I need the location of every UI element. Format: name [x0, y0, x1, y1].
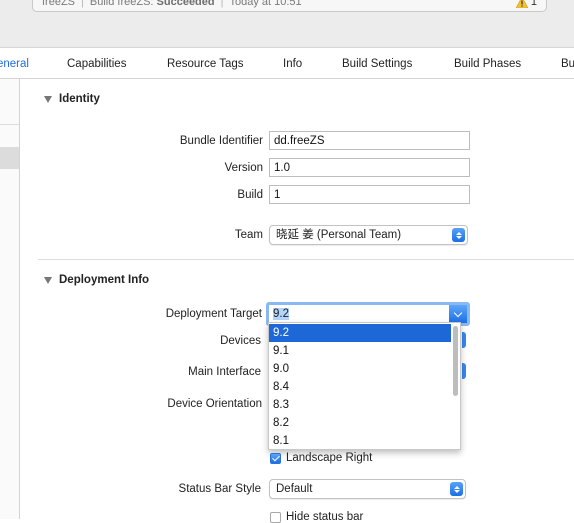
targets-sidebar: [0, 79, 20, 519]
checkbox-checked-icon[interactable]: [270, 452, 281, 464]
deployment-section-header[interactable]: Deployment Info: [44, 274, 149, 286]
team-popup[interactable]: 晓延 姜 (Personal Team): [269, 225, 468, 245]
bundle-identifier-label: Bundle Identifier: [179, 135, 263, 147]
disclosure-triangle-icon[interactable]: [44, 276, 52, 284]
build-prefix: Build freeZS:: [89, 0, 154, 8]
status-bar-style-label: Status Bar Style: [178, 483, 261, 495]
status-bar-style-value: Default: [276, 483, 313, 495]
warning-indicator[interactable]: 1: [515, 0, 537, 13]
build-time: Today at 10:51: [229, 0, 302, 8]
identity-title: Identity: [59, 93, 100, 105]
team-value: 晓延 姜 (Personal Team): [276, 229, 402, 241]
status-bar-style-popup[interactable]: Default: [269, 479, 466, 499]
tab-capabilities[interactable]: Capabilities: [67, 58, 126, 70]
dropdown-option[interactable]: 8.4: [269, 378, 451, 396]
dropdown-option[interactable]: 8.3: [269, 396, 451, 414]
build-result: Succeeded: [156, 0, 215, 8]
tab-build-settings[interactable]: Build Settings: [342, 58, 412, 70]
sidebar-selected-target[interactable]: [0, 147, 19, 169]
hide-status-bar-checkbox[interactable]: Hide status bar: [270, 511, 363, 523]
checkbox-unchecked-icon[interactable]: [270, 511, 281, 523]
editor-tab-bar: eneral Capabilities Resource Tags Info B…: [0, 48, 574, 79]
dropdown-option[interactable]: 8.1: [269, 432, 451, 449]
version-label: Version: [224, 162, 263, 174]
tab-resource-tags[interactable]: Resource Tags: [167, 58, 244, 70]
devices-popup-edge[interactable]: [462, 332, 466, 348]
deployment-target-value[interactable]: 9.2: [273, 307, 289, 321]
warning-count: 1: [530, 0, 537, 8]
main-interface-label: Main Interface: [188, 366, 261, 378]
tab-build-rules[interactable]: Bu: [561, 58, 574, 70]
tab-info[interactable]: Info: [283, 58, 302, 70]
landscape-right-label: Landscape Right: [286, 452, 373, 464]
dropdown-option[interactable]: 9.0: [269, 360, 451, 378]
warning-icon: [515, 0, 528, 8]
popup-stepper-icon: [450, 482, 463, 496]
activity-status-pill: freeZS | Build freeZS: Succeeded | Today at …: [32, 0, 547, 12]
main-interface-popup-edge[interactable]: [462, 363, 466, 379]
build-label: Build: [237, 189, 263, 201]
device-orientation-label: Device Orientation: [167, 398, 262, 410]
activity-bar: freeZS | Build freeZS: Succeeded | Today at …: [0, 0, 574, 48]
tab-build-phases[interactable]: Build Phases: [454, 58, 521, 70]
bundle-identifier-field[interactable]: dd.freeZS: [269, 131, 470, 150]
dropdown-option[interactable]: 9.1: [269, 342, 451, 360]
section-divider: [38, 259, 574, 260]
deployment-title: Deployment Info: [59, 274, 150, 286]
identity-section-header[interactable]: Identity: [44, 93, 100, 105]
dropdown-option[interactable]: 9.2: [269, 324, 451, 342]
chevron-down-icon[interactable]: [449, 305, 467, 323]
deployment-target-label: Deployment Target: [165, 308, 262, 320]
sidebar-divider: [0, 124, 19, 125]
build-field[interactable]: 1: [269, 185, 470, 204]
tab-general[interactable]: eneral: [0, 58, 29, 70]
dropdown-scrollbar[interactable]: [453, 326, 458, 396]
landscape-right-checkbox[interactable]: Landscape Right: [270, 452, 372, 464]
team-label: Team: [234, 229, 263, 241]
disclosure-triangle-icon[interactable]: [44, 95, 52, 103]
deployment-target-dropdown[interactable]: 9.2 9.1 9.0 8.4 8.3 8.2 8.1: [268, 322, 461, 450]
version-field[interactable]: 1.0: [269, 158, 470, 177]
devices-label: Devices: [220, 335, 261, 347]
dropdown-option[interactable]: 8.2: [269, 414, 451, 432]
popup-stepper-icon: [452, 228, 465, 242]
project-name: freeZS: [42, 0, 76, 8]
hide-status-bar-label: Hide status bar: [286, 511, 364, 523]
